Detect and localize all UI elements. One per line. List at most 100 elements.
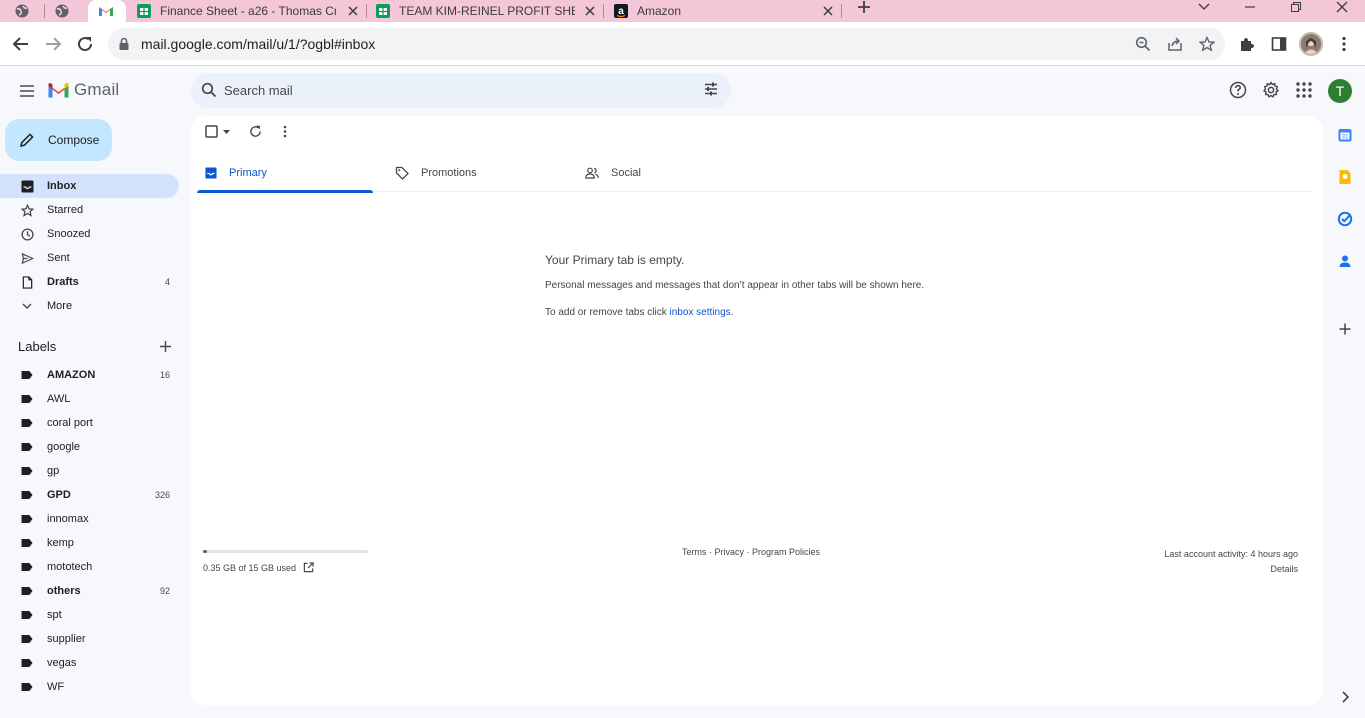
footer-links[interactable]: Terms · Privacy · Program Policies	[682, 547, 820, 557]
label-item[interactable]: AWL	[0, 387, 179, 411]
label-name: GPD	[47, 489, 71, 501]
more-vert-icon	[1342, 36, 1346, 52]
apps-icon[interactable]	[1294, 80, 1314, 100]
label-item[interactable]: spt	[0, 603, 179, 627]
main-panel: Primary Promotions Social Your Primary t…	[191, 116, 1323, 705]
gmail-logo-icon	[48, 83, 69, 98]
label-item[interactable]: supplier	[0, 627, 179, 651]
share-button[interactable]	[1165, 34, 1185, 54]
details-link[interactable]: Details	[1164, 562, 1298, 577]
label-name: kemp	[47, 537, 74, 549]
get-addons-icon[interactable]	[1337, 321, 1353, 337]
gmail-logo[interactable]: Gmail	[47, 80, 119, 100]
nav-item-drafts[interactable]: Drafts 4	[0, 270, 179, 294]
browser-menu-button[interactable]	[1333, 33, 1355, 55]
browser-tab-2[interactable]	[54, 0, 84, 22]
side-panel-button[interactable]	[1268, 33, 1290, 55]
browser-tab-finance-sheet[interactable]: Finance Sheet - a26 - Thomas Cr	[136, 0, 366, 22]
calendar-icon[interactable]: 31	[1337, 127, 1353, 143]
chevron-right-icon[interactable]	[1337, 689, 1353, 705]
tasks-icon[interactable]	[1337, 211, 1353, 227]
empty-state-title: Your Primary tab is empty.	[545, 253, 685, 267]
close-icon[interactable]	[821, 4, 835, 18]
url-text: mail.google.com/mail/u/1/?ogbl#inbox	[141, 36, 376, 52]
reload-button[interactable]	[74, 33, 96, 55]
tab-label: Promotions	[421, 167, 477, 179]
nav-item-inbox[interactable]: Inbox	[0, 174, 179, 198]
search-input[interactable]: Search mail	[224, 83, 293, 98]
label-icon	[20, 488, 34, 502]
label-icon	[20, 608, 34, 622]
close-icon[interactable]	[346, 4, 360, 18]
label-name: innomax	[47, 513, 89, 525]
svg-text:a: a	[618, 6, 624, 17]
main-menu-button[interactable]	[16, 80, 38, 102]
label-item[interactable]: google	[0, 435, 179, 459]
reload-icon	[78, 37, 93, 52]
tab-label: Primary	[229, 167, 267, 179]
back-button[interactable]	[10, 33, 32, 55]
tab-social[interactable]: Social	[577, 154, 753, 192]
label-item[interactable]: innomax	[0, 507, 179, 531]
label-item[interactable]: kemp	[0, 531, 179, 555]
extensions-button[interactable]	[1236, 33, 1258, 55]
contacts-icon[interactable]	[1337, 253, 1353, 269]
label-icon	[20, 584, 34, 598]
add-label-icon[interactable]	[159, 340, 172, 353]
help-icon[interactable]	[1228, 80, 1248, 100]
label-item[interactable]: AMAZON 16	[0, 363, 179, 387]
label-item[interactable]: vegas	[0, 651, 179, 675]
label-count: 326	[154, 490, 170, 500]
open-in-new-icon[interactable]	[303, 562, 314, 573]
label-count: 16	[159, 370, 170, 380]
label-item[interactable]: GPD 326	[0, 483, 179, 507]
refresh-icon[interactable]	[249, 125, 262, 138]
account-avatar[interactable]: T	[1328, 79, 1352, 103]
search-bar[interactable]: Search mail	[191, 73, 731, 108]
nav-label: Starred	[47, 204, 84, 216]
tab-primary[interactable]: Primary	[197, 154, 373, 193]
tab-promotions[interactable]: Promotions	[387, 154, 563, 192]
search-icon[interactable]	[201, 82, 217, 98]
forward-button[interactable]	[42, 33, 64, 55]
close-window-button[interactable]	[1330, 0, 1354, 14]
compose-button[interactable]: Compose	[5, 119, 112, 161]
profile-avatar[interactable]	[1299, 32, 1323, 56]
restore-button[interactable]	[1284, 0, 1308, 14]
close-icon[interactable]	[583, 4, 597, 18]
label-item[interactable]: mototech	[0, 555, 179, 579]
nav-item-starred[interactable]: Starred	[0, 198, 179, 222]
browser-tab-amazon[interactable]: a Amazon	[613, 0, 841, 22]
nav-item-more[interactable]: More	[0, 294, 179, 318]
browser-tab-1[interactable]	[14, 0, 44, 22]
zoom-button[interactable]	[1133, 34, 1153, 54]
label-count: 92	[159, 586, 170, 596]
tab-search-button[interactable]	[1192, 0, 1216, 14]
search-options-icon[interactable]	[703, 81, 719, 97]
minimize-button[interactable]	[1238, 0, 1262, 14]
amazon-icon: a	[614, 4, 628, 18]
nav-item-sent[interactable]: Sent	[0, 246, 179, 270]
nav-label: Drafts	[47, 276, 79, 288]
checkbox-icon	[205, 125, 218, 138]
label-item[interactable]: coral port	[0, 411, 179, 435]
browser-tab-gmail[interactable]	[88, 0, 126, 22]
chevron-down-icon	[1198, 3, 1210, 10]
browser-tab-profit-sheet[interactable]: TEAM KIM-REINEL PROFIT SHEET	[375, 0, 603, 22]
label-icon	[20, 392, 34, 406]
inbox-settings-link[interactable]: inbox settings	[670, 307, 731, 318]
new-tab-button[interactable]	[852, 0, 876, 14]
label-item[interactable]: gp	[0, 459, 179, 483]
settings-icon[interactable]	[1261, 80, 1281, 100]
keep-icon[interactable]	[1337, 169, 1353, 185]
bookmark-button[interactable]	[1197, 34, 1217, 54]
select-all-checkbox[interactable]	[205, 125, 230, 138]
nav-item-snoozed[interactable]: Snoozed	[0, 222, 179, 246]
label-item[interactable]: others 92	[0, 579, 179, 603]
address-bar[interactable]: mail.google.com/mail/u/1/?ogbl#inbox	[108, 28, 1225, 60]
zoom-icon	[1135, 36, 1151, 52]
arrow-right-icon	[46, 37, 62, 51]
label-item[interactable]: WF	[0, 675, 179, 699]
more-vert-icon[interactable]	[283, 125, 287, 138]
label-name: AMAZON	[47, 369, 96, 381]
